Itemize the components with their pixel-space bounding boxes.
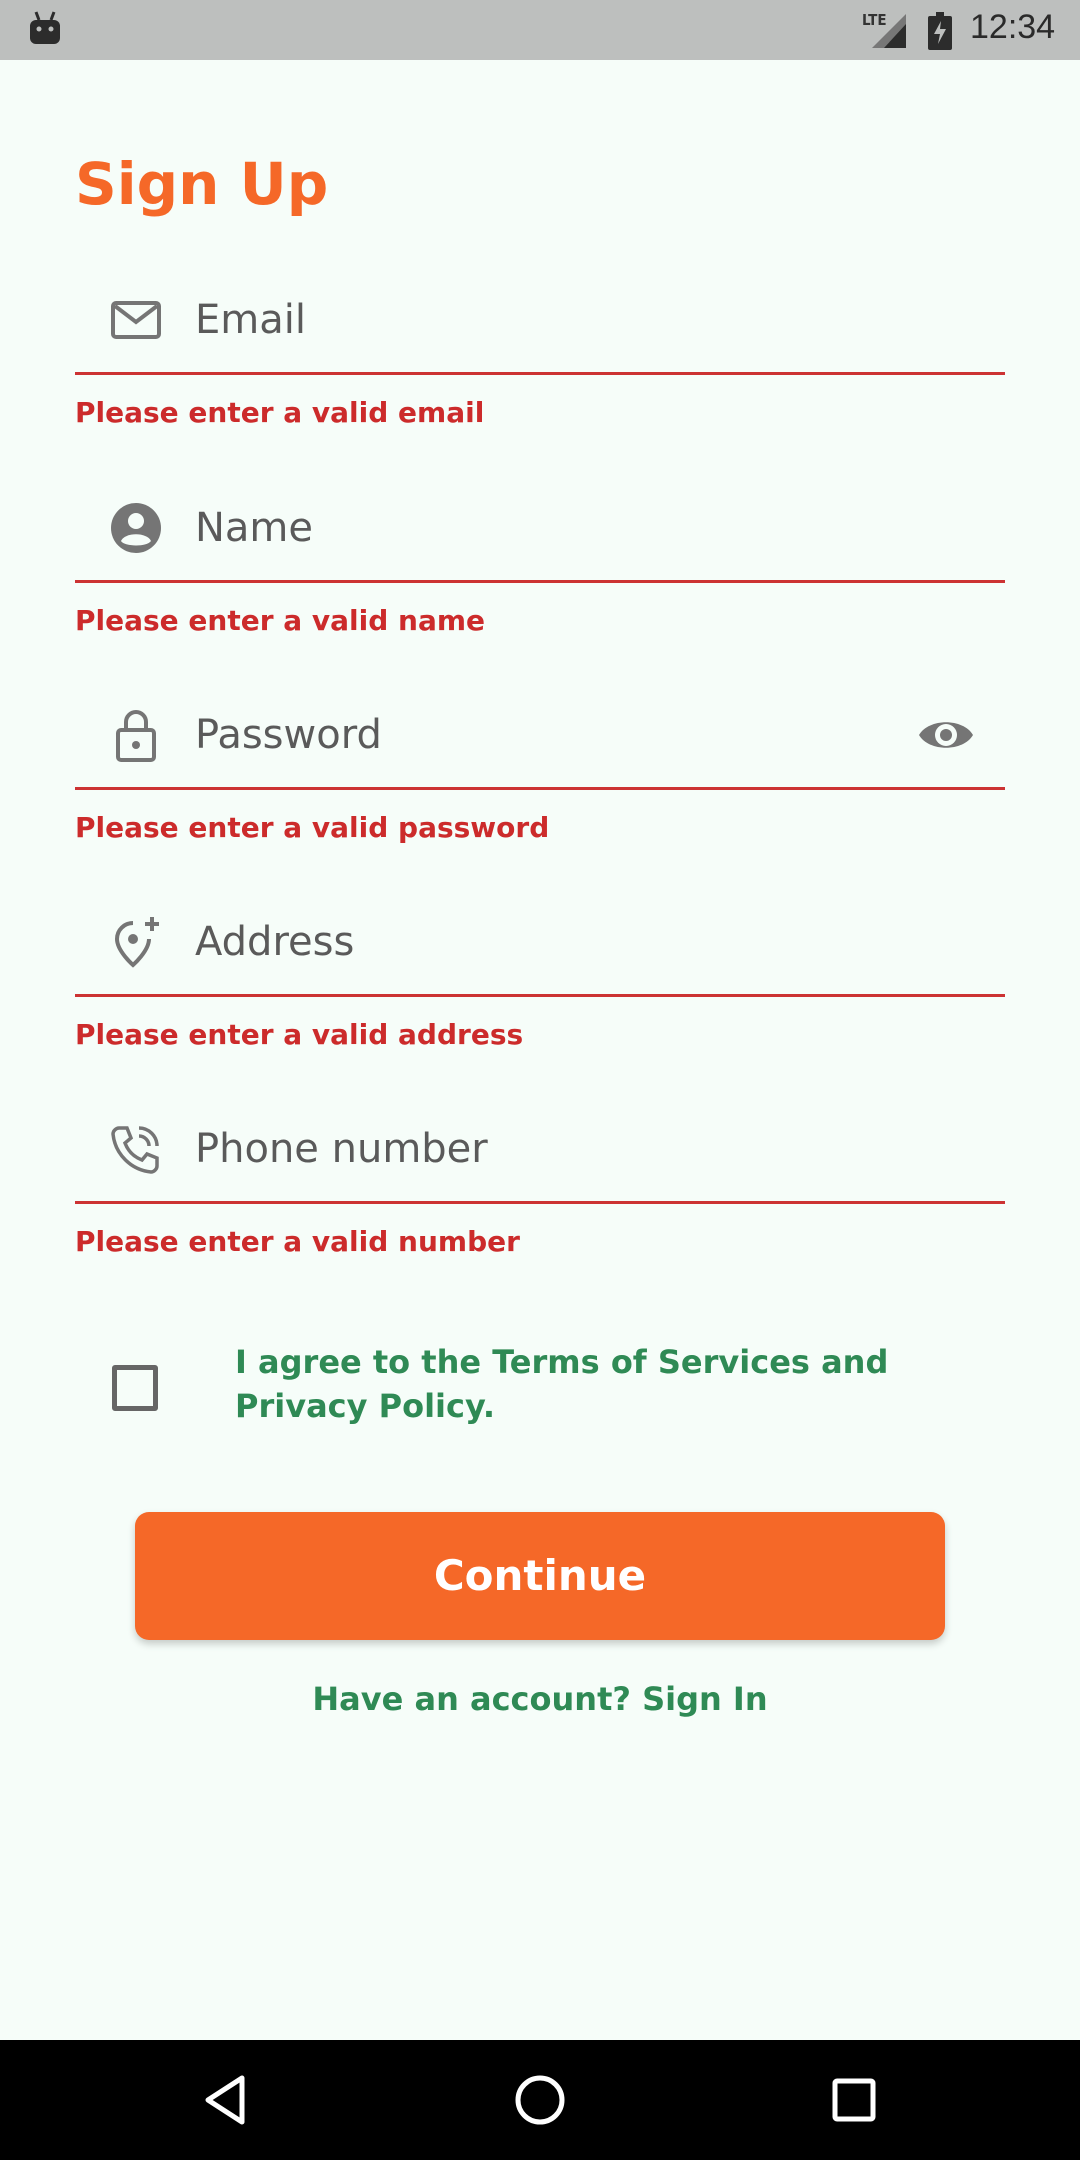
name-field[interactable]: Name [75, 443, 1005, 583]
phone-icon [111, 1126, 159, 1174]
sign-in-link[interactable]: Have an account? Sign In [0, 1680, 1080, 1718]
password-field[interactable]: Password [75, 650, 1005, 790]
address-input[interactable]: Address [195, 907, 895, 977]
add-location-icon [114, 917, 159, 968]
visibility-icon[interactable] [917, 712, 975, 758]
email-underline [75, 372, 1005, 375]
back-icon[interactable] [196, 2070, 256, 2130]
navigation-bar [0, 2040, 1080, 2160]
phone-field[interactable]: Phone number [75, 1064, 1005, 1204]
password-underline [75, 787, 1005, 790]
continue-button[interactable]: Continue [135, 1512, 945, 1640]
recents-icon[interactable] [824, 2070, 884, 2130]
lock-icon [116, 710, 156, 762]
address-error: Please enter a valid address [75, 1018, 524, 1051]
name-error: Please enter a valid name [75, 604, 486, 637]
status-clock: 12:34 [970, 8, 1056, 46]
email-input[interactable]: Email [195, 285, 895, 355]
terms-checkbox[interactable] [112, 1365, 158, 1411]
name-underline [75, 580, 1005, 583]
mail-icon [111, 301, 161, 339]
email-error: Please enter a valid email [75, 396, 485, 429]
password-error: Please enter a valid password [75, 811, 550, 844]
password-input[interactable]: Password [195, 700, 895, 770]
address-field[interactable]: Address [75, 857, 1005, 997]
address-underline [75, 994, 1005, 997]
terms-label[interactable]: I agree to the Terms of Services and Pri… [235, 1340, 975, 1428]
phone-underline [75, 1201, 1005, 1204]
email-field[interactable]: Email [75, 235, 1005, 375]
phone-error: Please enter a valid number [75, 1225, 520, 1258]
phone-input[interactable]: Phone number [195, 1114, 895, 1184]
name-input[interactable]: Name [195, 493, 895, 563]
account-icon [111, 503, 161, 553]
page-title: Sign Up [75, 150, 329, 218]
android-icon [30, 11, 60, 44]
status-bar: LTE 12:34 [0, 0, 1080, 60]
battery-charging-icon [928, 12, 952, 50]
home-icon[interactable] [510, 2070, 570, 2130]
signal-icon [872, 14, 906, 48]
